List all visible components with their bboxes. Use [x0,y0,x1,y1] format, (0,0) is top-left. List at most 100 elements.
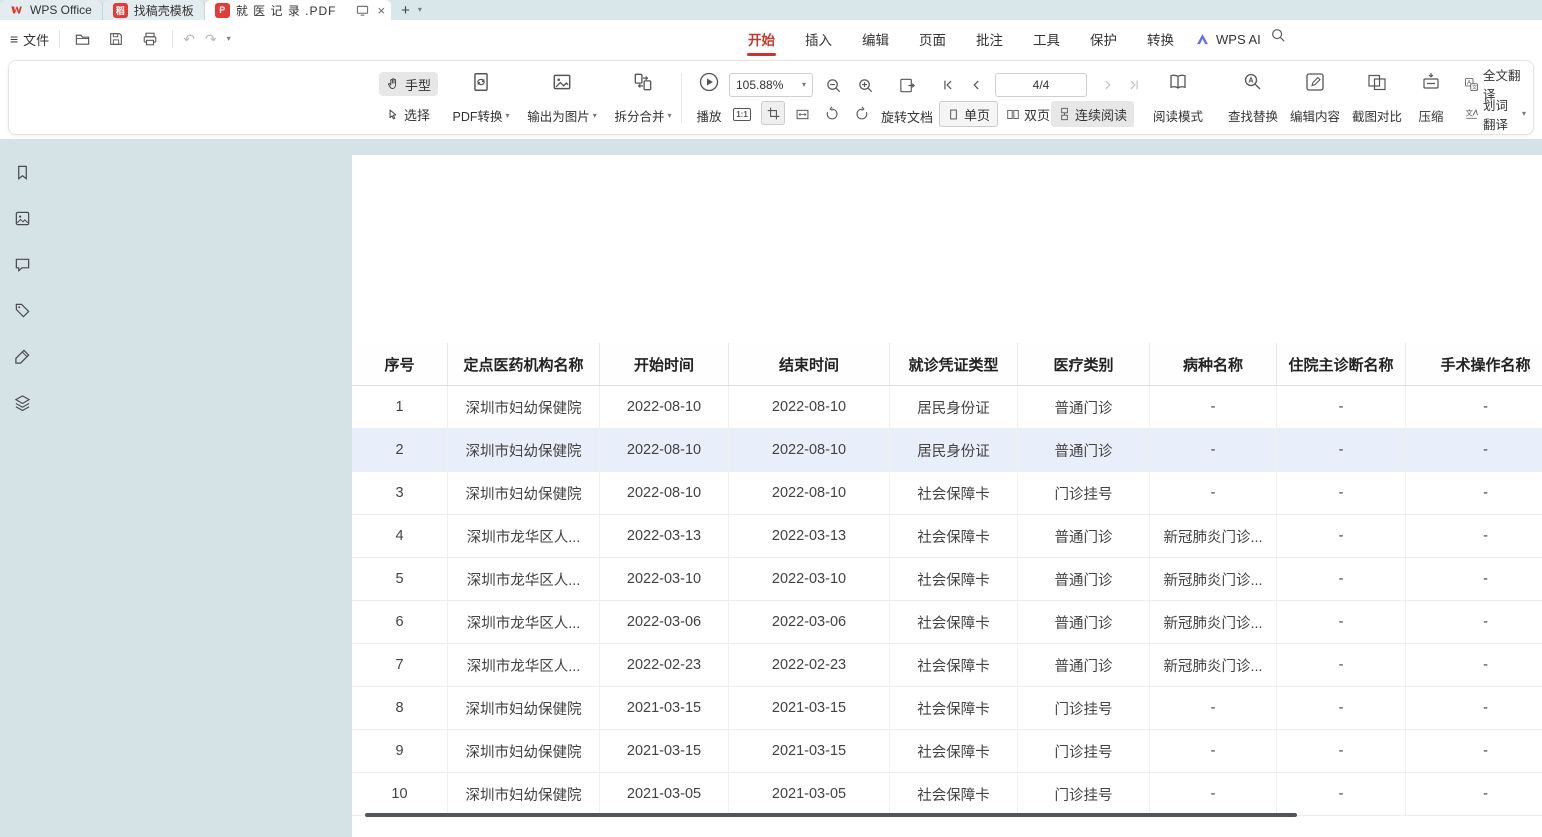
menu-tab-convert[interactable]: 转换 [1132,20,1189,58]
menu-tab-insert[interactable]: 插入 [790,20,847,58]
monitor-icon[interactable] [356,4,369,17]
tab-list-chevron-icon[interactable]: ▾ [418,6,422,14]
horizontal-scrollbar[interactable] [365,813,1297,817]
zoom-out-icon[interactable] [821,73,845,97]
page-indicator: 4/4 [1033,78,1050,92]
menu-tab-edit[interactable]: 编辑 [847,20,904,58]
menu-tab-tools[interactable]: 工具 [1018,20,1075,58]
table-cell: 2021-03-05 [729,773,890,815]
menu-bar: ≡ 文件 ↶ ↷ ▾ 开始 插入 编辑 页面 批注 工具 保护 [0,20,1542,58]
tab-medical-record-pdf[interactable]: P 就 医 记 录 .PDF × [205,0,391,20]
fit-page-icon[interactable] [761,101,785,125]
table-cell: 2022-03-13 [600,515,729,557]
tab-label: 就 医 记 录 .PDF [236,2,337,19]
single-page-label: 单页 [964,105,990,124]
tab-docer-template[interactable]: 稻 找稿壳模板 [103,0,205,20]
print-icon[interactable] [138,27,162,51]
table-cell: - [1277,386,1406,428]
fit-window-icon[interactable] [895,73,919,97]
table-cell: 2021-03-15 [729,730,890,772]
file-menu-button[interactable]: ≡ 文件 [10,30,49,49]
table-cell: 深圳市妇幼保健院 [448,730,600,772]
next-page-icon[interactable] [1097,73,1119,97]
find-replace-button[interactable]: 查找替换 [1221,68,1285,128]
export-image-label: 输出为图片 [527,106,590,125]
fit-width-icon[interactable] [791,103,813,125]
table-cell: - [1406,730,1542,772]
save-icon[interactable] [104,27,128,51]
table-cell: 普通门诊 [1018,429,1150,471]
export-image-button[interactable]: 输出为图片 ▾ [521,68,603,128]
thumbnail-panel-icon[interactable] [9,205,35,231]
menu-tab-home[interactable]: 开始 [733,20,790,58]
redo-icon[interactable]: ↷ [205,31,217,48]
zoom-in-icon[interactable] [853,73,877,97]
zoom-level-select[interactable]: 105.88% ▾ [729,73,813,97]
continuous-read-button[interactable]: 连续阅读 [1051,101,1134,127]
rotate-label[interactable]: 旋转文档 [881,107,933,126]
rotate-left-icon[interactable] [821,103,843,125]
page-number-input[interactable]: 4/4 [995,73,1087,97]
full-translate-button[interactable]: A文 全文翻译 [1457,72,1533,96]
table-cell: 社会保障卡 [890,515,1018,557]
word-translate-button[interactable]: 文 划词翻译 ▾ [1457,102,1533,126]
search-icon[interactable] [1270,27,1286,43]
wps-pdf-window: WPS Office 稻 找稿壳模板 P 就 医 记 录 .PDF × + ▾ … [0,0,1542,837]
table-cell: 2022-08-10 [729,429,890,471]
table-cell: 9 [352,730,448,772]
table-cell: 5 [352,558,448,600]
table-row: 1深圳市妇幼保健院2022-08-102022-08-10居民身份证普通门诊--… [352,386,1542,429]
open-file-icon[interactable] [70,27,94,51]
menu-tab-comment[interactable]: 批注 [961,20,1018,58]
table-cell: - [1406,558,1542,600]
table-cell: 2021-03-15 [600,730,729,772]
signature-panel-icon[interactable] [9,343,35,369]
table-cell: 社会保障卡 [890,644,1018,686]
table-header-cell: 开始时间 [600,343,729,385]
table-cell: 2022-03-10 [729,558,890,600]
table-header-cell: 病种名称 [1150,343,1277,385]
menu-tab-protect[interactable]: 保护 [1075,20,1132,58]
pdf-page: 序号定点医药机构名称开始时间结束时间就诊凭证类型医疗类别病种名称住院主诊断名称手… [352,155,1542,837]
undo-history-chevron-icon[interactable]: ▾ [227,35,231,43]
book-icon [1167,71,1189,93]
table-cell: 2021-03-05 [600,773,729,815]
bookmark-panel-icon[interactable] [9,159,35,185]
single-page-icon [947,108,960,121]
table-cell: - [1277,601,1406,643]
comment-panel-icon[interactable] [9,251,35,277]
compress-button[interactable]: 压缩 [1407,68,1455,128]
play-button[interactable]: 播放 [687,68,731,128]
read-mode-button[interactable]: 阅读模式 [1147,68,1209,128]
table-cell: - [1277,773,1406,815]
new-tab-icon[interactable]: + [401,2,410,19]
close-tab-icon[interactable]: × [377,3,385,18]
screenshot-compare-button[interactable]: 截图对比 [1345,68,1409,128]
rotate-right-icon[interactable] [851,103,873,125]
left-panel-sidebar [0,139,44,837]
menu-tab-page[interactable]: 页面 [904,20,961,58]
attachment-panel-icon[interactable] [9,297,35,323]
table-cell: 普通门诊 [1018,601,1150,643]
table-cell: - [1150,429,1277,471]
tab-wps-office[interactable]: WPS Office [0,0,103,20]
layers-panel-icon[interactable] [9,389,35,415]
hand-tool-button[interactable]: 手型 [379,72,438,96]
pdf-convert-button[interactable]: PDF转换 ▾ [445,68,517,128]
table-header-cell: 序号 [352,343,448,385]
table-row: 4深圳市龙华区人...2022-03-132022-03-13社会保障卡普通门诊… [352,515,1542,558]
table-cell: - [1150,472,1277,514]
previous-page-icon[interactable] [965,73,987,97]
actual-size-icon[interactable]: 1:1 [731,103,753,125]
table-cell: 门诊挂号 [1018,687,1150,729]
last-page-icon[interactable] [1123,73,1145,97]
wps-ai-button[interactable]: WPS AI [1195,20,1261,58]
undo-icon[interactable]: ↶ [183,31,195,48]
pdf-convert-label: PDF转换 [452,106,502,125]
single-page-button[interactable]: 单页 [939,101,998,127]
first-page-icon[interactable] [937,73,959,97]
split-merge-button[interactable]: 拆分合并 ▾ [607,68,679,128]
table-cell: 深圳市龙华区人... [448,601,600,643]
select-tool-button[interactable]: 选择 [379,102,437,126]
edit-content-button[interactable]: 编辑内容 [1283,68,1347,128]
